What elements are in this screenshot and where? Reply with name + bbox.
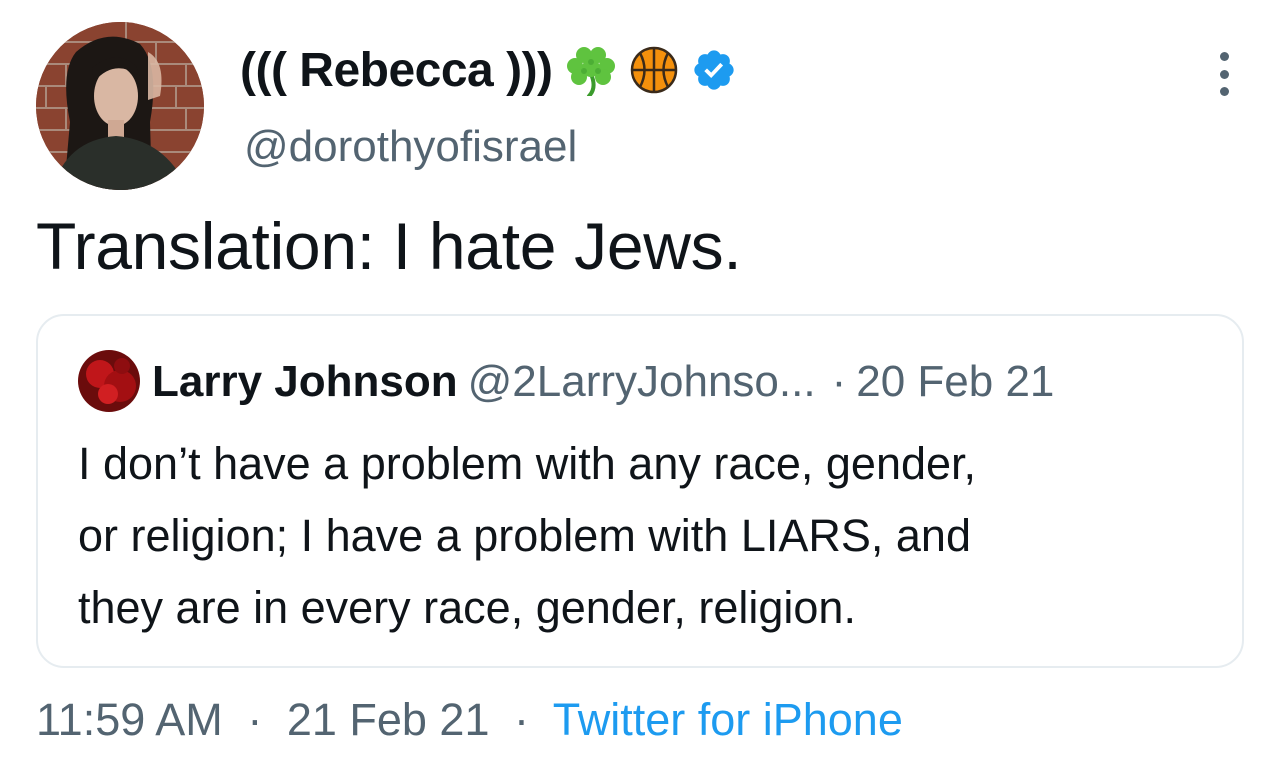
tweet-meta: 11:59 AM · 21 Feb 21 · Twitter for iPhon… — [36, 694, 903, 746]
more-dot — [1219, 87, 1229, 96]
basketball-icon — [629, 45, 679, 95]
more-dot — [1219, 69, 1229, 79]
quoted-tweet[interactable]: Larry Johnson @2LarryJohnso... · 20 Feb … — [36, 314, 1244, 668]
meta-separator: · — [514, 694, 529, 745]
more-options-icon[interactable] — [1216, 52, 1232, 96]
quoted-date[interactable]: 20 Feb 21 — [856, 357, 1054, 407]
author-display-name[interactable]: ((( Rebecca ))) — [240, 43, 553, 98]
more-dot — [1219, 52, 1229, 61]
author-name-row: ((( Rebecca ))) — [240, 38, 737, 102]
quoted-author-name[interactable]: Larry Johnson — [152, 357, 458, 407]
tweet-time[interactable]: 11:59 AM — [36, 694, 223, 745]
author-handle[interactable]: @dorothyofisrael — [244, 122, 577, 172]
shamrock-icon — [566, 44, 615, 98]
quoted-text-line: they are in every race, gender, religion… — [78, 582, 856, 633]
quoted-author-handle[interactable]: @2LarryJohnso... — [468, 357, 816, 407]
quoted-tweet-text: I don’t have a problem with any race, ge… — [78, 428, 1218, 644]
tweet-source-link[interactable]: Twitter for iPhone — [553, 694, 903, 745]
quoted-text-line: I don’t have a problem with any race, ge… — [78, 438, 977, 489]
author-avatar[interactable] — [36, 22, 204, 190]
quoted-author-avatar[interactable] — [78, 350, 140, 412]
quoted-tweet-header: Larry Johnson @2LarryJohnso... · 20 Feb … — [152, 352, 1054, 412]
verified-badge-icon — [691, 47, 737, 93]
tweet: ((( Rebecca ))) @dorothyofisrael Transla… — [0, 0, 1280, 776]
tweet-text: Translation: I hate Jews. — [36, 209, 742, 283]
quoted-separator: · — [831, 357, 847, 406]
tweet-date[interactable]: 21 Feb 21 — [287, 694, 490, 745]
meta-separator: · — [247, 694, 263, 745]
quoted-text-line: or religion; I have a problem with LIARS… — [78, 510, 971, 561]
